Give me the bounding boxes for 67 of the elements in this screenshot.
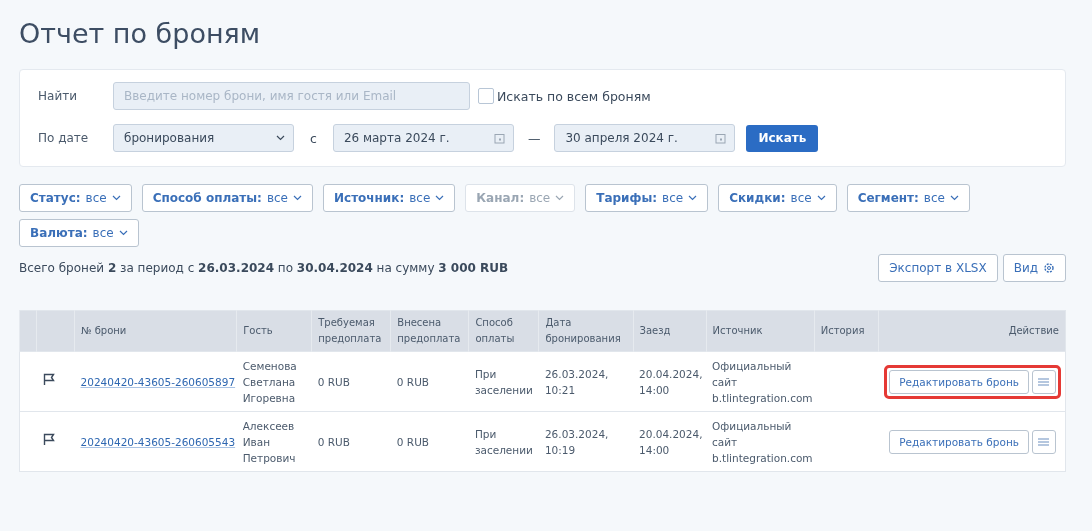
filter-dropdown[interactable]: Статус: все bbox=[19, 184, 132, 212]
edit-booking-button[interactable]: Редактировать бронь bbox=[889, 369, 1029, 394]
chevron-down-icon bbox=[555, 195, 565, 201]
calendar-icon bbox=[493, 132, 505, 144]
from-label: с bbox=[310, 130, 317, 146]
table-cell: При заселении bbox=[468, 351, 539, 412]
table-cell: 20.04.2024, 14:00 bbox=[633, 351, 707, 412]
filter-dropdown[interactable]: Сегмент: все bbox=[846, 184, 970, 212]
calendar-icon bbox=[715, 132, 727, 144]
column-header: Требуемая предоплата bbox=[311, 310, 391, 352]
table-cell: Семенова Светлана Игоревна bbox=[236, 351, 312, 412]
field-label: По дате bbox=[38, 131, 90, 145]
chevron-down-icon bbox=[118, 230, 128, 236]
settings-icon bbox=[1043, 262, 1055, 274]
table-cell: 0 RUB bbox=[311, 351, 391, 412]
chevron-down-icon bbox=[293, 195, 302, 201]
table-cell: 0 RUB bbox=[390, 351, 469, 412]
filter-dropdown[interactable]: Скидки: все bbox=[718, 184, 837, 212]
table-cell: 0 RUB bbox=[311, 411, 391, 472]
column-header: Дата бронирования bbox=[538, 310, 633, 352]
menu-icon bbox=[1038, 377, 1050, 386]
search-button[interactable]: Искать bbox=[746, 124, 819, 152]
column-header: Гость bbox=[236, 310, 312, 352]
edit-booking-button[interactable]: Редактировать бронь bbox=[889, 429, 1029, 454]
filter-dropdown[interactable]: Валюта: все bbox=[19, 219, 139, 247]
table-cell: Официальный сайт b.tlintegration.com bbox=[706, 351, 815, 412]
dash: — bbox=[527, 130, 541, 146]
chevron-down-icon bbox=[435, 195, 445, 201]
column-header: Способ оплаты bbox=[468, 310, 539, 352]
menu-button[interactable] bbox=[1031, 429, 1056, 454]
table-cell: Алексеев Иван Петрович bbox=[236, 411, 312, 472]
checkbox[interactable] bbox=[478, 88, 494, 104]
table-cell: 26.03.2024, 10:19 bbox=[538, 411, 633, 472]
export-button[interactable]: Экспорт в XLSX bbox=[878, 254, 998, 282]
flag-icon bbox=[42, 433, 55, 446]
booking-link[interactable]: 20240420-43605-260605543 bbox=[80, 435, 236, 448]
filter-dropdown[interactable]: Тарифы: все bbox=[585, 184, 709, 212]
page-title: Отчет по броням bbox=[19, 18, 262, 49]
chevron-down-icon bbox=[816, 195, 826, 201]
table-cell: Официальный сайт b.tlintegration.com bbox=[706, 411, 815, 472]
chevron-down-icon bbox=[276, 135, 285, 141]
menu-button[interactable] bbox=[1031, 369, 1056, 394]
column-header: № брони bbox=[74, 310, 237, 352]
chevron-down-icon bbox=[688, 195, 698, 201]
checkbox-label: Искать по всем броням bbox=[497, 88, 651, 104]
table-cell: 0 RUB bbox=[390, 411, 469, 472]
field-label: Найти bbox=[38, 89, 78, 103]
date-from-field[interactable]: 26 марта 2024 г. bbox=[332, 124, 514, 152]
date-type-select[interactable]: бронирования bbox=[113, 124, 294, 152]
filter-dropdown[interactable]: Источник: все bbox=[323, 184, 456, 212]
table-cell: При заселении bbox=[468, 411, 539, 472]
flag-icon bbox=[42, 373, 55, 386]
menu-icon bbox=[1038, 437, 1050, 446]
column-header: Внесена предоплата bbox=[390, 310, 469, 352]
column-header: Источник bbox=[706, 310, 815, 352]
column-header: Заезд bbox=[633, 310, 707, 352]
table-cell: 26.03.2024, 10:21 bbox=[538, 351, 633, 412]
summary-text: Всего броней 2 за период с 26.03.2024 по 30.04.2024 на сумму 3 000 RUB bbox=[19, 261, 509, 275]
chevron-down-icon bbox=[111, 195, 121, 201]
column-header: История bbox=[814, 310, 879, 352]
view-button[interactable]: Вид bbox=[1002, 254, 1066, 282]
chevron-down-icon bbox=[949, 195, 959, 201]
filter-dropdown[interactable]: Способ оплаты: все bbox=[141, 184, 313, 212]
booking-link[interactable]: 20240420-43605-260605897 bbox=[80, 375, 236, 388]
date-to-field[interactable]: 30 апреля 2024 г. bbox=[554, 124, 736, 152]
table-cell: 20.04.2024, 14:00 bbox=[633, 411, 707, 472]
column-header: Действие bbox=[878, 310, 1066, 352]
